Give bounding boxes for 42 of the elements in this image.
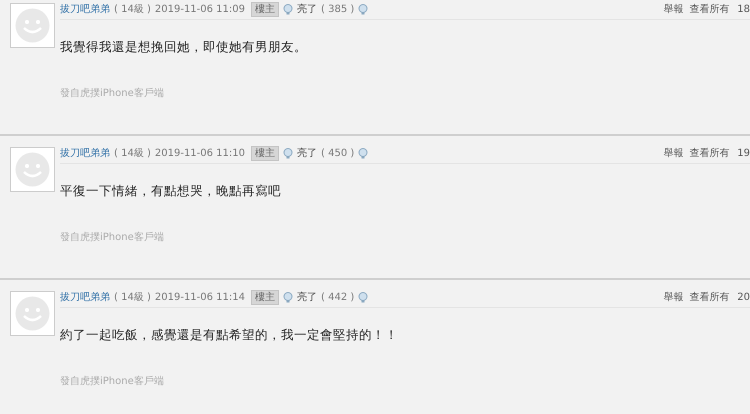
post-action-link[interactable]: 查看所有: [689, 2, 730, 16]
author-badge: 樓主: [251, 2, 280, 16]
post-action-link[interactable]: 舉報: [663, 146, 684, 160]
like-count: ( 385 ): [321, 4, 354, 14]
post-action-link[interactable]: 舉報: [663, 290, 684, 304]
author-badge: 樓主: [251, 146, 280, 160]
lightbulb-icon[interactable]: [358, 4, 368, 14]
lightbulb-icon[interactable]: [358, 292, 368, 302]
floor-number: 20: [737, 292, 750, 302]
floor-number: 18: [737, 4, 750, 14]
lightbulb-icon[interactable]: [358, 148, 368, 158]
post-action-link[interactable]: 查看所有: [689, 290, 730, 304]
author-badge: 樓主: [251, 290, 280, 304]
username-link[interactable]: 拔刀吧弟弟: [60, 2, 110, 16]
post-time: 2019-11-06 11:14: [154, 292, 246, 302]
post-action-link[interactable]: 舉報: [663, 2, 684, 16]
lightbulb-icon[interactable]: [283, 292, 294, 302]
avatar-icon: [10, 291, 55, 336]
avatar-icon: [10, 3, 55, 48]
like-label: 亮了: [297, 290, 318, 304]
lightbulb-icon[interactable]: [283, 4, 294, 14]
post-source: 發自虎撲iPhone客戶端: [60, 230, 164, 245]
post-source: 發自虎撲iPhone客戶端: [60, 374, 164, 389]
avatar-icon: [10, 147, 55, 192]
floor-number: 19: [737, 148, 750, 158]
user-level: ( 14級 ): [114, 291, 151, 304]
user-level: ( 14級 ): [114, 147, 151, 160]
user-level: ( 14級 ): [114, 3, 151, 16]
like-label: 亮了: [297, 2, 318, 16]
like-count: ( 450 ): [321, 148, 354, 158]
username-link[interactable]: 拔刀吧弟弟: [60, 146, 110, 160]
like-count: ( 442 ): [321, 292, 354, 302]
post-text: 平復一下情緒，有點想哭，晚點再寫吧: [60, 182, 282, 200]
post-time: 2019-11-06 11:09: [154, 4, 246, 14]
post-action-link[interactable]: 查看所有: [689, 146, 730, 160]
post-text: 約了一起吃飯，感覺還是有點希望的，我一定會堅持的！！: [60, 326, 399, 344]
username-link[interactable]: 拔刀吧弟弟: [60, 290, 110, 304]
lightbulb-icon[interactable]: [283, 148, 294, 158]
post-time: 2019-11-06 11:10: [154, 148, 246, 158]
like-label: 亮了: [297, 146, 318, 160]
post-source: 發自虎撲iPhone客戶端: [60, 86, 164, 101]
post-text: 我覺得我還是想挽回她，即使她有男朋友。: [60, 38, 308, 56]
